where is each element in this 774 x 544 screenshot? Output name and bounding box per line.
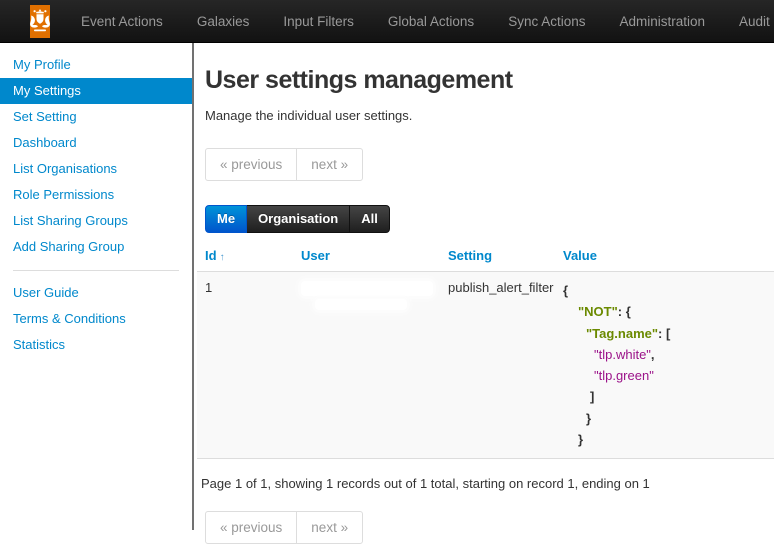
- json-line: "Tag.name": [: [563, 323, 774, 344]
- json-line: }: [563, 408, 774, 429]
- next-page-button[interactable]: next »: [296, 511, 363, 544]
- cell-id: 1: [197, 272, 293, 459]
- sidebar-item-list-sharing-groups[interactable]: List Sharing Groups: [0, 208, 192, 234]
- json-line: }: [563, 429, 774, 450]
- column-header-setting[interactable]: Setting: [440, 240, 555, 272]
- pagination-top: « previous next »: [205, 148, 363, 181]
- pagination-bottom: « previous next »: [205, 511, 363, 544]
- page-title: User settings management: [205, 66, 774, 95]
- navbar-menu: Event Actions Galaxies Input Filters Glo…: [64, 0, 774, 43]
- redacted-user-email: [315, 299, 407, 310]
- next-page-button[interactable]: next »: [296, 148, 363, 181]
- tab-me[interactable]: Me: [205, 205, 247, 233]
- nav-item-audit[interactable]: Audit: [722, 0, 774, 43]
- column-header-value[interactable]: Value: [555, 240, 774, 272]
- nav-item-galaxies[interactable]: Galaxies: [180, 0, 267, 43]
- sidebar-item-dashboard[interactable]: Dashboard: [0, 130, 192, 156]
- table-row: 1 publish_alert_filter { "NOT": { "Tag.n…: [197, 272, 774, 459]
- json-line: "tlp.green": [563, 365, 774, 386]
- scope-tab-group: Me Organisation All: [205, 205, 390, 233]
- previous-page-button[interactable]: « previous: [205, 511, 297, 544]
- table-header-row: Id↑ User Setting Value: [197, 240, 774, 272]
- previous-page-button[interactable]: « previous: [205, 148, 297, 181]
- nav-item-sync-actions[interactable]: Sync Actions: [491, 0, 602, 43]
- cell-setting: publish_alert_filter: [440, 272, 555, 459]
- json-line: {: [563, 280, 774, 301]
- json-line: "tlp.white",: [563, 344, 774, 365]
- top-navbar: Event Actions Galaxies Input Filters Glo…: [0, 0, 774, 43]
- user-settings-table: Id↑ User Setting Value 1 publish_alert_f…: [197, 240, 774, 459]
- pagination-summary: Page 1 of 1, showing 1 records out of 1 …: [201, 476, 774, 491]
- redacted-user-email: [301, 281, 433, 296]
- nav-item-global-actions[interactable]: Global Actions: [371, 0, 491, 43]
- coat-of-arms-icon: [30, 9, 50, 33]
- sidebar-item-list-organisations[interactable]: List Organisations: [0, 156, 192, 182]
- page-subtitle: Manage the individual user settings.: [205, 108, 774, 123]
- nav-item-administration[interactable]: Administration: [602, 0, 722, 43]
- sidebar-item-add-sharing-group[interactable]: Add Sharing Group: [0, 234, 192, 260]
- tab-organisation[interactable]: Organisation: [246, 205, 350, 233]
- home-logo[interactable]: [30, 5, 50, 38]
- cell-value: { "NOT": { "Tag.name": [ "tlp.white", "t…: [555, 272, 774, 459]
- tab-all[interactable]: All: [349, 205, 390, 233]
- sidebar-divider: [13, 270, 179, 271]
- sidebar-item-terms-conditions[interactable]: Terms & Conditions: [0, 306, 192, 332]
- sidebar-item-statistics[interactable]: Statistics: [0, 332, 192, 358]
- setting-value-json: { "NOT": { "Tag.name": [ "tlp.white", "t…: [563, 280, 774, 450]
- sidebar-item-my-settings[interactable]: My Settings: [0, 78, 192, 104]
- nav-item-input-filters[interactable]: Input Filters: [266, 0, 371, 43]
- nav-item-event-actions[interactable]: Event Actions: [64, 0, 180, 43]
- sort-ascending-icon: ↑: [220, 252, 225, 263]
- cell-user: [293, 272, 440, 459]
- column-header-user[interactable]: User: [293, 240, 440, 272]
- main-content: User settings management Manage the indi…: [196, 43, 774, 538]
- sidebar-item-user-guide[interactable]: User Guide: [0, 280, 192, 306]
- left-sidebar: My Profile My Settings Set Setting Dashb…: [0, 43, 194, 530]
- sidebar-item-role-permissions[interactable]: Role Permissions: [0, 182, 192, 208]
- sidebar-item-my-profile[interactable]: My Profile: [0, 52, 192, 78]
- sidebar-item-set-setting[interactable]: Set Setting: [0, 104, 192, 130]
- json-line: ]: [563, 386, 774, 407]
- json-line: "NOT": {: [563, 301, 774, 322]
- column-header-id[interactable]: Id↑: [197, 240, 293, 272]
